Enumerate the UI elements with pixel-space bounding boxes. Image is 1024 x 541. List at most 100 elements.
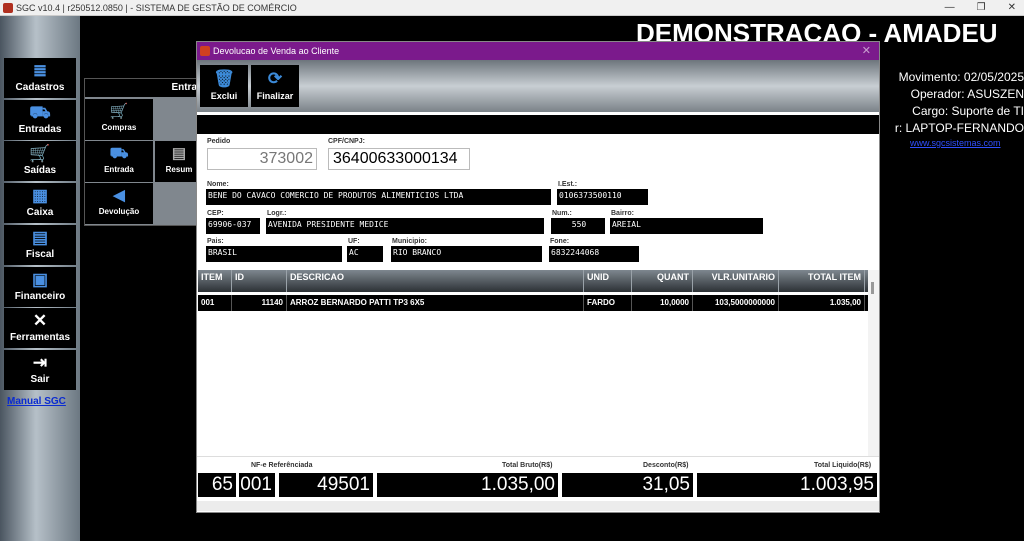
cart-icon: 🛒 <box>109 103 129 120</box>
sidebar-item-financeiro[interactable]: ▣ Financeiro <box>4 267 76 307</box>
sidebar-item-label: Cadastros <box>15 82 65 93</box>
nome-field[interactable]: BENE DO CAVACO COMERCIO DE PRODUTOS ALIM… <box>206 189 551 205</box>
manual-link[interactable]: Manual SGC <box>7 396 66 407</box>
submenu-devolucao[interactable]: ◀ Devolução <box>85 183 153 224</box>
sidebar-item-label: Financeiro <box>14 291 66 302</box>
restore-button[interactable]: ❐ <box>977 0 986 16</box>
nfe-modelo-field[interactable]: 65 <box>198 473 236 497</box>
window-titlebar: SGC v10.4 | r250512.0850 | - SISTEMA DE … <box>0 0 1024 16</box>
cpf-label: CPF/CNPJ: <box>328 138 365 145</box>
total-liquido-field: 1.003,95 <box>697 473 877 497</box>
movimento-date: Movimento: 02/05/2025 <box>898 70 1024 84</box>
bruto-label: Total Bruto(R$) <box>502 462 553 469</box>
sidebar-item-label: Fiscal <box>25 249 55 260</box>
finance-icon: ▣ <box>31 270 49 289</box>
nfe-numero-field[interactable]: 49501 <box>279 473 373 497</box>
cell-quant: 10,0000 <box>632 295 693 311</box>
dialog-separator-bar <box>197 115 879 134</box>
exit-icon: ⇥ <box>32 353 48 372</box>
submenu-header: Entra <box>85 79 203 97</box>
pais-field[interactable]: BRASIL <box>206 246 342 262</box>
logr-field[interactable]: AVENIDA PRESIDENTE MEDICE <box>266 218 544 234</box>
submenu-entrada[interactable]: ⛟ Entrada <box>85 141 153 182</box>
cell-vlr-unitario: 103,5000000000 <box>693 295 779 311</box>
arrow-left-icon: ◀ <box>113 187 125 204</box>
submenu-label: Compras <box>101 123 137 132</box>
dialog-titlebar: Devolucao de Venda ao Cliente ✕ <box>197 42 879 60</box>
col-descricao[interactable]: DESCRICAO <box>287 270 584 292</box>
finalizar-label: Finalizar <box>256 91 294 101</box>
cargo: Cargo: Suporte de TI <box>912 104 1024 118</box>
sidebar-item-caixa[interactable]: ▦ Caixa <box>4 183 76 223</box>
sidebar-item-fiscal[interactable]: ▤ Fiscal <box>4 225 76 265</box>
scrollbar-thumb[interactable] <box>871 282 874 294</box>
nfe-label: NF-e Referênciada <box>251 462 313 469</box>
col-id[interactable]: ID <box>232 270 287 292</box>
nfe-serie-field[interactable]: 001 <box>239 473 275 497</box>
sidebar-item-entradas[interactable]: ⛟ Entradas <box>4 100 76 140</box>
municipio-label: Municipio: <box>392 238 427 245</box>
computador: r: LAPTOP-FERNANDO <box>894 121 1024 135</box>
cep-label: CEP: <box>207 210 224 217</box>
sidebar-item-label: Sair <box>30 374 50 385</box>
operador: Operador: ASUSZEN <box>910 87 1024 101</box>
logr-label: Logr.: <box>267 210 287 217</box>
cell-unid: FARDO <box>584 295 632 311</box>
iest-label: I.Est.: <box>558 181 578 188</box>
desconto-label: Desconto(R$) <box>643 462 689 469</box>
nome-label: Nome: <box>207 181 229 188</box>
excluir-button[interactable]: 🗑 Exclui <box>200 65 248 107</box>
fone-field[interactable]: 6832244068 <box>549 246 639 262</box>
session-info: Movimento: 02/05/2025 Operador: ASUSZEN … <box>876 70 1024 138</box>
bairro-label: Bairro: <box>611 210 634 217</box>
table-scrollbar[interactable] <box>868 270 879 456</box>
finalizar-button[interactable]: ⟳ Finalizar <box>251 65 299 107</box>
close-button[interactable]: ✕ <box>1008 0 1016 16</box>
num-label: Num.: <box>552 210 572 217</box>
bairro-field[interactable]: AREIAL <box>610 218 763 234</box>
pedido-label: Pedido <box>207 138 231 145</box>
truck-icon: ⛟ <box>29 103 51 122</box>
app-icon <box>3 3 13 13</box>
sidebar-item-ferramentas[interactable]: ✕ Ferramentas <box>4 308 76 348</box>
dialog-title: Devolucao de Venda ao Cliente <box>213 46 340 56</box>
table-header: ITEM ID DESCRICAO UNID QUANT VLR.UNITARI… <box>198 270 868 292</box>
uf-field[interactable]: AC <box>347 246 383 262</box>
num-field[interactable]: 550 <box>551 218 605 234</box>
col-quant[interactable]: QUANT <box>632 270 693 292</box>
cadastros-icon: ≣ <box>32 61 48 80</box>
sidebar-item-sair[interactable]: ⇥ Sair <box>4 350 76 390</box>
fone-label: Fone: <box>550 238 570 245</box>
submenu-compras[interactable]: 🛒 Compras <box>85 99 153 140</box>
dialog-close-button[interactable]: ✕ <box>862 42 871 60</box>
iest-field[interactable]: 0106373500110 <box>557 189 648 205</box>
table-row[interactable]: 001 11140 ARROZ BERNARDO PATTI TP3 6X5 F… <box>198 295 868 311</box>
total-bruto-field: 1.035,00 <box>377 473 558 497</box>
cell-item: 001 <box>198 295 232 311</box>
submenu-label: Resum <box>165 165 193 174</box>
footer-status-strip <box>197 501 879 511</box>
sidebar-item-cadastros[interactable]: ≣ Cadastros <box>4 58 76 98</box>
municipio-field[interactable]: RIO BRANCO <box>391 246 542 262</box>
cell-descricao: ARROZ BERNARDO PATTI TP3 6X5 <box>287 295 584 311</box>
cpf-field[interactable]: 36400633000134 <box>328 148 470 170</box>
dialog-app-icon <box>200 46 210 56</box>
entradas-submenu: Entra 🛒 Compras ⛟ Entrada ▤ Resum ◀ Devoluçã… <box>84 78 204 226</box>
website-link[interactable]: www.sgcsistemas.com <box>910 138 1001 148</box>
desconto-field: 31,05 <box>562 473 693 497</box>
sidebar-item-saidas[interactable]: 🛒 Saídas <box>4 141 76 181</box>
cep-field[interactable]: 69906-037 <box>206 218 260 234</box>
cell-total-item: 1.035,00 <box>779 295 865 311</box>
cell-id: 11140 <box>232 295 287 311</box>
refresh-icon: ⟳ <box>267 69 283 88</box>
minimize-button[interactable]: — <box>945 0 955 16</box>
devolucao-dialog: Devolucao de Venda ao Cliente ✕ 🗑 Exclui … <box>196 41 880 513</box>
col-unid[interactable]: UNID <box>584 270 632 292</box>
col-vlr-unitario[interactable]: VLR.UNITARIO <box>693 270 779 292</box>
col-item[interactable]: ITEM <box>198 270 232 292</box>
uf-label: UF: <box>348 238 360 245</box>
sidebar-item-label: Saídas <box>23 165 57 176</box>
pais-label: Pais: <box>207 238 224 245</box>
pedido-field[interactable]: 373002 <box>207 148 317 170</box>
col-total-item[interactable]: TOTAL ITEM <box>779 270 865 292</box>
